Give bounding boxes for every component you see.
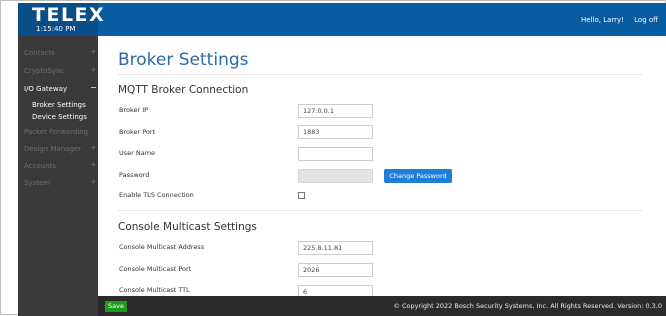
clock-time: 1:15:40 PM xyxy=(36,25,76,33)
save-button[interactable]: Save xyxy=(105,301,127,312)
sidebar-item-label: I/O Gateway xyxy=(24,85,68,93)
sidebar: Contacts + CryptoSync + I/O Gateway − Br… xyxy=(18,36,98,316)
sidebar-item-design-manager[interactable]: Design Manager + xyxy=(18,142,98,156)
sidebar-subitem-label: Device Settings xyxy=(32,113,87,121)
sidebar-item-label: Packet Forwarding xyxy=(24,128,89,136)
copyright-text: © Copyright 2022 Bosch Security Systems,… xyxy=(393,302,662,310)
broker-ip-input[interactable]: 127.0.0.1 xyxy=(298,104,373,118)
collapse-icon: − xyxy=(90,83,97,92)
sidebar-item-packet-forwarding[interactable]: Packet Forwarding xyxy=(18,125,98,139)
broker-port-input[interactable]: 1883 xyxy=(298,125,373,139)
footer-bar: Save © Copyright 2022 Bosch Security Sys… xyxy=(98,296,666,316)
sidebar-subitem-broker-settings[interactable]: Broker Settings xyxy=(18,99,98,111)
brand-block: TELEX 1:15:40 PM xyxy=(18,3,104,36)
section-divider xyxy=(118,210,642,211)
sidebar-item-io-gateway[interactable]: I/O Gateway − xyxy=(18,82,98,96)
top-bar: TELEX 1:15:40 PM Hello, Larry! Log off xyxy=(18,3,666,36)
user-name-label: User Name xyxy=(119,149,156,157)
multicast-port-label: Console Multicast Port xyxy=(119,265,192,273)
enable-tls-label: Enable TLS Connection xyxy=(119,191,194,199)
sidebar-item-label: Design Manager xyxy=(24,145,82,153)
sidebar-item-label: CryptoSync xyxy=(24,67,65,75)
sidebar-item-label: Accounts xyxy=(24,162,56,170)
page-title: Broker Settings xyxy=(118,50,249,70)
sidebar-item-system[interactable]: System + xyxy=(18,176,98,190)
multicast-address-input[interactable]: 225.8.11.81 xyxy=(298,241,373,255)
multicast-ttl-input[interactable]: 6 xyxy=(298,285,373,296)
expand-icon: + xyxy=(90,65,97,74)
main-content: Broker Settings MQTT Broker Connection B… xyxy=(98,36,666,296)
section-title-multicast: Console Multicast Settings xyxy=(118,221,257,233)
log-off-link[interactable]: Log off xyxy=(634,16,658,24)
app-window: TELEX 1:15:40 PM Hello, Larry! Log off C… xyxy=(0,0,666,316)
multicast-address-label: Console Multicast Address xyxy=(119,243,205,251)
change-password-button[interactable]: Change Password xyxy=(384,169,452,183)
multicast-port-input[interactable]: 2026 xyxy=(298,263,373,277)
sidebar-item-cryptosync[interactable]: CryptoSync + xyxy=(18,64,98,78)
sidebar-item-label: Contacts xyxy=(24,49,55,57)
telex-logo: TELEX xyxy=(32,4,106,26)
password-label: Password xyxy=(119,171,150,179)
user-name-input[interactable] xyxy=(298,147,373,161)
multicast-ttl-label: Console Multicast TTL xyxy=(119,286,190,294)
enable-tls-checkbox[interactable] xyxy=(298,192,305,199)
section-title-mqtt: MQTT Broker Connection xyxy=(118,84,249,96)
expand-icon: + xyxy=(90,143,97,152)
password-input[interactable] xyxy=(298,169,373,183)
expand-icon: + xyxy=(90,177,97,186)
sidebar-item-contacts[interactable]: Contacts + xyxy=(18,46,98,60)
expand-icon: + xyxy=(90,47,97,56)
broker-port-label: Broker Port xyxy=(119,128,156,136)
expand-icon: + xyxy=(90,160,97,169)
sidebar-subitem-device-settings[interactable]: Device Settings xyxy=(18,111,98,123)
broker-ip-label: Broker IP xyxy=(119,106,149,114)
sidebar-item-label: System xyxy=(24,179,51,187)
title-divider xyxy=(118,74,642,75)
user-greeting: Hello, Larry! xyxy=(581,16,624,24)
sidebar-subitem-label: Broker Settings xyxy=(32,101,86,109)
sidebar-item-accounts[interactable]: Accounts + xyxy=(18,159,98,173)
